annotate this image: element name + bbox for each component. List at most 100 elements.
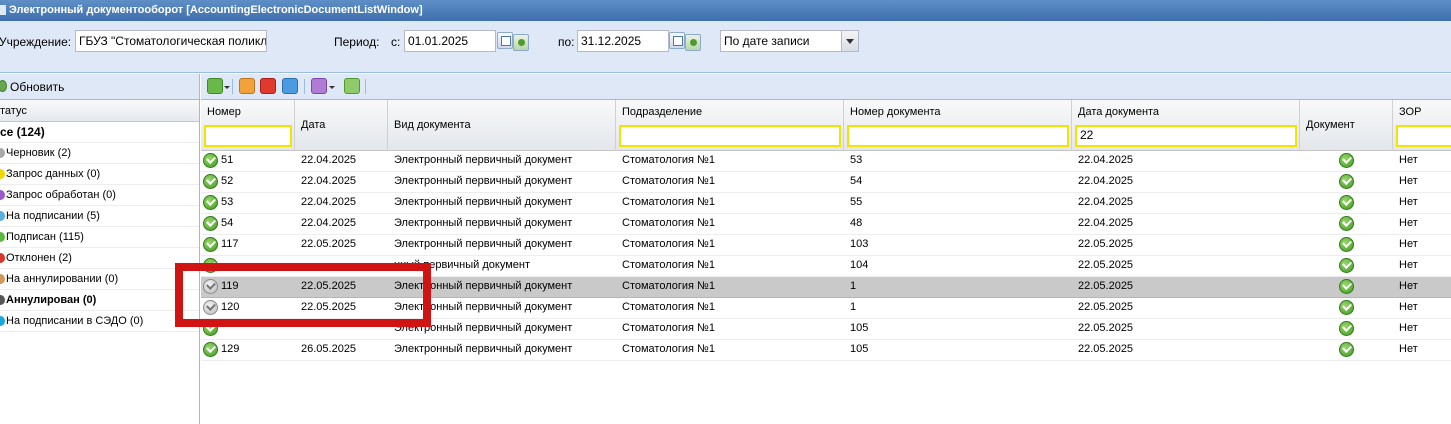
actions-icon[interactable] [311,78,327,94]
status-item-label: На подписании (5) [6,210,100,222]
status-item-label: Аннулирован (0) [6,294,97,306]
actions-menu-chevron-down-icon[interactable] [329,86,335,89]
status-signed-icon [203,216,218,231]
zor-filter-input[interactable] [1396,125,1451,147]
table-row[interactable]: 52 22.04.2025 Электронный первичный докуме… [201,172,1451,193]
cell-department: Стоматология №1 [622,175,715,187]
col-doc-date-title: Дата документа [1078,106,1160,118]
cell-zor: Нет [1399,175,1418,187]
date-to-clear-icon[interactable] [685,34,701,51]
cell-doc-number: 53 [850,154,863,166]
cell-doc-date: 22.05.2025 [1078,238,1134,250]
institution-label: Учреждение: [0,35,72,49]
filter-bar: Учреждение: ГБУЗ "Стоматологическая поли… [0,21,1451,73]
date-from-clear-icon[interactable] [513,34,529,51]
doc-number-filter-input[interactable] [847,125,1069,147]
document-signed-icon[interactable] [1339,321,1354,336]
copy-icon[interactable] [282,78,298,94]
status-signed-icon [203,195,218,210]
department-filter-input[interactable] [619,125,841,147]
edit-icon[interactable] [239,78,255,94]
cell-zor: Нет [1399,343,1418,355]
cell-department: Стоматология №1 [622,259,715,271]
cell-doc-type: Электронный первичный документ [394,217,573,229]
cell-doc-number: 48 [850,217,863,229]
table-row[interactable]: 53 22.04.2025 Электронный первичный докуме… [201,193,1451,214]
sort-dropdown-chevron-down-icon[interactable] [842,30,859,52]
status-dot-icon [0,232,5,242]
cell-department: Стоматология №1 [622,196,715,208]
col-header-zor[interactable]: ЗОР [1393,100,1451,151]
cell-doc-date: 22.05.2025 [1078,343,1134,355]
date-to-field[interactable]: 31.12.2025 [577,30,669,52]
add-menu-chevron-down-icon[interactable] [224,86,230,89]
institution-field[interactable]: ГБУЗ "Стоматологическая поликл [75,30,267,52]
col-header-document[interactable]: Документ [1300,100,1393,151]
col-header-date[interactable]: Дата [295,100,388,151]
document-signed-icon[interactable] [1339,195,1354,210]
cell-doc-date: 22.05.2025 [1078,301,1134,313]
cell-department: Стоматология №1 [622,280,715,292]
number-filter-input[interactable] [204,125,292,147]
cell-date: 22.04.2025 [301,154,357,166]
status-item[interactable]: се (124) [0,122,199,143]
cell-doc-number: 55 [850,196,863,208]
cell-number: 51 [221,154,234,166]
cell-doc-number: 104 [850,259,869,271]
add-icon[interactable] [207,78,223,94]
refresh-grid-icon[interactable] [344,78,360,94]
table-row[interactable]: 129 26.05.2025 Электронный первичный докум… [201,340,1451,361]
document-signed-icon[interactable] [1339,174,1354,189]
refresh-button[interactable]: Обновить [10,80,64,94]
date-from-calendar-icon[interactable] [497,32,513,49]
status-item[interactable]: На подписании (5) [0,206,199,227]
status-item-label: Запрос обработан (0) [6,189,116,201]
col-header-doc-number[interactable]: Номер документа [844,100,1072,151]
status-item[interactable]: Запрос обработан (0) [0,185,199,206]
status-signed-icon [203,153,218,168]
status-column-header[interactable]: татус [0,100,199,122]
status-item-label: На аннулировании (0) [6,273,119,285]
sort-select[interactable]: По дате записи [720,30,842,52]
document-signed-icon[interactable] [1339,342,1354,357]
cell-doc-type: Электронный первичный документ [394,154,573,166]
status-item-label: На подписании в СЭДО (0) [6,315,144,327]
status-item-label: Отклонен (2) [6,252,72,264]
col-header-doc-date[interactable]: Дата документа 22 [1072,100,1300,151]
status-item[interactable]: Аннулирован (0) [0,290,199,311]
document-signed-icon[interactable] [1339,258,1354,273]
refresh-icon[interactable] [0,80,7,92]
col-header-number[interactable]: Номер [201,100,295,151]
document-signed-icon[interactable] [1339,300,1354,315]
status-item[interactable]: На аннулировании (0) [0,269,199,290]
status-item[interactable]: Отклонен (2) [0,248,199,269]
status-item[interactable]: Черновик (2) [0,143,199,164]
cell-doc-type: Электронный первичный документ [394,238,573,250]
date-to-calendar-icon[interactable] [669,32,685,49]
cell-doc-number: 105 [850,343,869,355]
window-icon [0,5,6,16]
cell-doc-date: 22.04.2025 [1078,175,1134,187]
col-header-doc-type[interactable]: Вид документа [388,100,616,151]
status-item[interactable]: На подписании в СЭДО (0) [0,311,199,332]
table-row[interactable]: 51 22.04.2025 Электронный первичный докуме… [201,151,1451,172]
status-item[interactable]: Запрос данных (0) [0,164,199,185]
cell-date: 22.05.2025 [301,238,357,250]
date-from-field[interactable]: 01.01.2025 [404,30,496,52]
window-title-bar: Электронный документооборот [AccountingE… [0,0,1451,21]
document-signed-icon[interactable] [1339,153,1354,168]
document-signed-icon[interactable] [1339,279,1354,294]
status-signed-icon [203,342,218,357]
table-row[interactable]: 54 22.04.2025 Электронный первичный докуме… [201,214,1451,235]
document-signed-icon[interactable] [1339,237,1354,252]
cell-date: 22.04.2025 [301,175,357,187]
doc-date-filter-input[interactable]: 22 [1075,125,1297,147]
cell-zor: Нет [1399,259,1418,271]
document-signed-icon[interactable] [1339,216,1354,231]
col-doc-number-title: Номер документа [850,106,941,118]
status-item[interactable]: Подписан (115) [0,227,199,248]
highlight-annotation [175,263,431,327]
table-row[interactable]: 117 22.05.2025 Электронный первичный докум… [201,235,1451,256]
col-header-department[interactable]: Подразделение [616,100,844,151]
delete-icon[interactable] [260,78,276,94]
